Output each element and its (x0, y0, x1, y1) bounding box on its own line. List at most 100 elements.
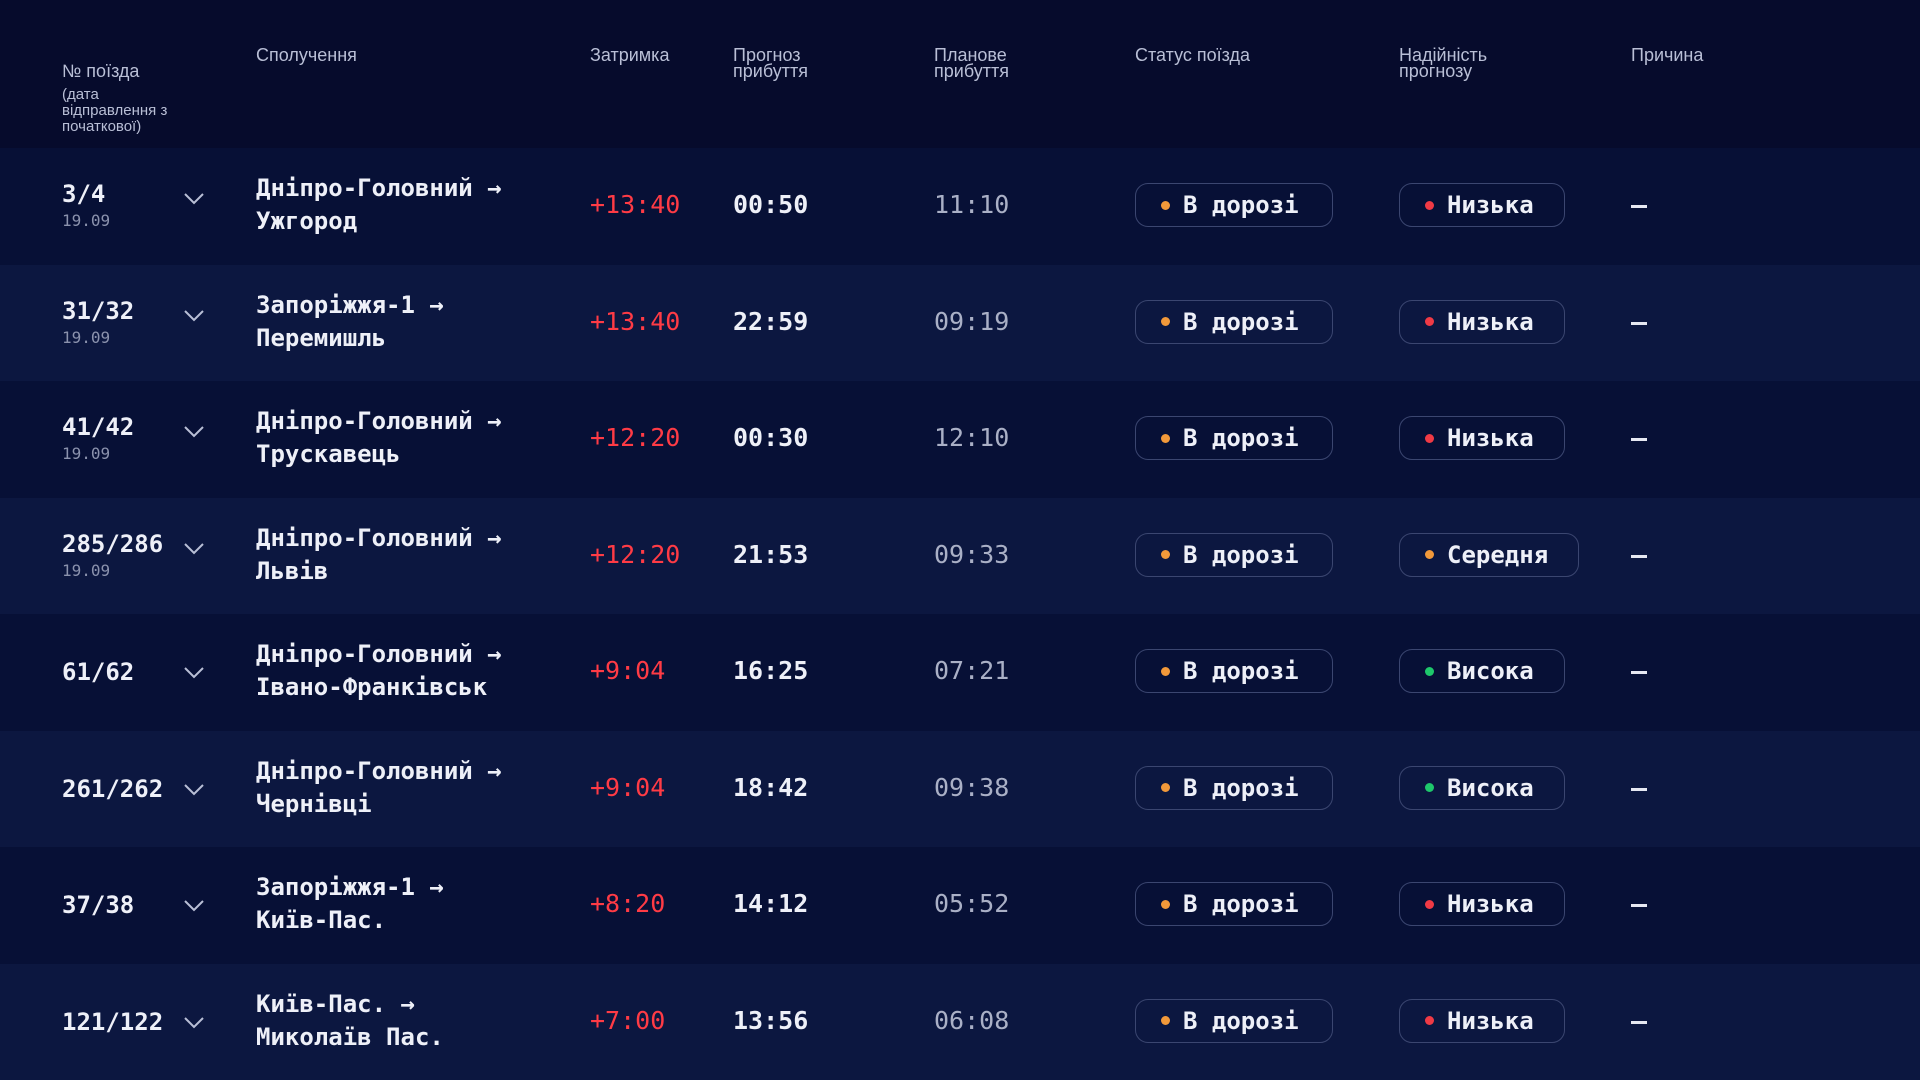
reliability-label: Висока (1447, 773, 1534, 802)
header-train-number-note: (дата відправлення з початкової) (62, 86, 168, 135)
dot-icon (1161, 783, 1170, 792)
train-number: 285/286 (62, 529, 164, 558)
table-row[interactable]: 31/32 19.09 Запоріжжя-1 → Перемишль +13:… (0, 264, 1920, 381)
table-row[interactable]: 121/122 Київ-Пас. → Миколаїв Пас. +7:00 … (0, 963, 1920, 1080)
departure-date: 19.09 (62, 560, 111, 580)
departure-date: 19.09 (62, 444, 111, 463)
departure-date: 19.09 (62, 211, 111, 230)
cause-dash (1631, 438, 1647, 441)
forecast-arrival: 14:12 (733, 889, 809, 918)
reliability-badge: Низька (1399, 882, 1565, 926)
chevron-down-icon[interactable] (183, 783, 205, 797)
table-header: № поїзда (дата відправлення з початкової… (0, 0, 1920, 150)
dot-icon (1425, 433, 1434, 443)
dot-icon (1425, 550, 1434, 559)
delay-value: +13:40 (590, 306, 681, 336)
reliability-label: Низька (1447, 1006, 1534, 1035)
route: Дніпро-Головний → Чернівці (256, 755, 576, 821)
route-from: Дніпро-Головний → (256, 523, 502, 552)
chevron-down-icon[interactable] (183, 1016, 205, 1030)
table-row[interactable]: 3/4 19.09 Дніпро-Головний → Ужгород +13:… (0, 148, 1920, 265)
delay-value: +8:20 (590, 889, 666, 918)
reliability-badge: Висока (1399, 649, 1565, 693)
header-forecast-arrival: Прогноз прибуття (733, 45, 808, 81)
delay-value: +12:20 (590, 423, 681, 452)
route-to: Чернівці (256, 789, 372, 818)
dot-icon (1161, 899, 1170, 909)
route: Дніпро-Головний → Ужгород (256, 172, 576, 238)
delay-board: № поїзда (дата відправлення з початкової… (0, 0, 1920, 1080)
route: Київ-Пас. → Миколаїв Пас. (256, 988, 576, 1054)
reliability-badge: Низька (1399, 183, 1565, 227)
delay-value: +9:04 (590, 656, 666, 685)
dot-icon (1161, 317, 1170, 326)
chevron-down-icon[interactable] (183, 425, 205, 439)
dot-icon (1161, 666, 1170, 676)
planned-arrival: 09:33 (934, 539, 1010, 569)
table-row[interactable]: 285/286 19.09 Дніпро-Головний → Львів +1… (0, 497, 1920, 614)
dot-icon (1161, 433, 1170, 443)
route-to: Миколаїв Пас. (256, 1022, 444, 1051)
route-to: Ужгород (256, 207, 358, 235)
planned-arrival: 09:19 (934, 306, 1010, 336)
delay-value: +13:40 (590, 190, 681, 219)
forecast-arrival: 18:42 (733, 772, 809, 802)
status-badge: В дорозі (1135, 998, 1333, 1043)
header-route: Сполучення (256, 45, 357, 65)
dot-icon (1425, 1016, 1434, 1025)
status-label: В дорозі (1183, 890, 1299, 918)
chevron-down-icon[interactable] (183, 309, 205, 323)
route-to: Трускавець (256, 440, 401, 468)
forecast-arrival: 13:56 (733, 1005, 809, 1035)
cause-dash (1631, 787, 1647, 791)
dot-icon (1425, 200, 1434, 210)
forecast-arrival: 22:59 (733, 306, 809, 336)
chevron-down-icon[interactable] (183, 542, 205, 556)
route-from: Дніпро-Головний → (256, 174, 502, 202)
reliability-label: Середня (1447, 540, 1549, 569)
departure-date: 19.09 (62, 327, 111, 347)
status-label: В дорозі (1183, 424, 1299, 452)
route-to: Київ-Пас. (256, 906, 387, 934)
forecast-arrival: 16:25 (733, 656, 809, 685)
status-badge: В дорозі (1135, 649, 1333, 693)
forecast-arrival: 00:50 (733, 190, 809, 219)
planned-arrival: 12:10 (934, 423, 1010, 452)
header-train-number-label: № поїзда (62, 61, 140, 81)
dot-icon (1161, 550, 1170, 559)
status-badge: В дорозі (1135, 532, 1333, 577)
reliability-badge: Низька (1399, 299, 1565, 344)
reliability-badge: Висока (1399, 765, 1565, 810)
train-number: 37/38 (62, 891, 135, 919)
chevron-down-icon[interactable] (183, 192, 205, 206)
reliability-label: Низька (1447, 424, 1534, 452)
status-label: В дорозі (1183, 657, 1299, 685)
status-label: В дорозі (1183, 307, 1299, 336)
chevron-down-icon[interactable] (183, 666, 205, 680)
route-from: Дніпро-Головний → (256, 640, 502, 668)
status-label: В дорозі (1183, 191, 1299, 219)
table-row[interactable]: 261/262 Дніпро-Головний → Чернівці +9:04… (0, 730, 1920, 847)
delay-value: +9:04 (590, 772, 666, 802)
reliability-label: Низька (1447, 307, 1534, 336)
route-to: Перемишль (256, 323, 387, 352)
route-from: Дніпро-Головний → (256, 407, 502, 435)
dot-icon (1161, 200, 1170, 210)
route: Дніпро-Головний → Трускавець (256, 405, 576, 471)
forecast-arrival: 00:30 (733, 423, 809, 452)
table-row[interactable]: 37/38 Запоріжжя-1 → Київ-Пас. +8:20 14:1… (0, 847, 1920, 964)
route-to: Івано-Франківськ (256, 673, 488, 701)
header-train-number: № поїзда (дата відправлення з початкової… (62, 47, 167, 151)
delay-value: +12:20 (590, 539, 681, 569)
cause-dash (1631, 321, 1647, 325)
table-row[interactable]: 41/42 19.09 Дніпро-Головний → Трускавець… (0, 381, 1920, 498)
planned-arrival: 11:10 (934, 190, 1010, 219)
status-badge: В дорозі (1135, 765, 1333, 810)
table-row[interactable]: 61/62 Дніпро-Головний → Івано-Франківськ… (0, 614, 1920, 731)
planned-arrival: 09:38 (934, 772, 1010, 802)
train-number: 3/4 (62, 180, 106, 208)
train-number: 41/42 (62, 413, 135, 441)
chevron-down-icon[interactable] (183, 899, 205, 913)
route-from: Київ-Пас. → (256, 989, 415, 1018)
cause-dash (1631, 671, 1647, 674)
